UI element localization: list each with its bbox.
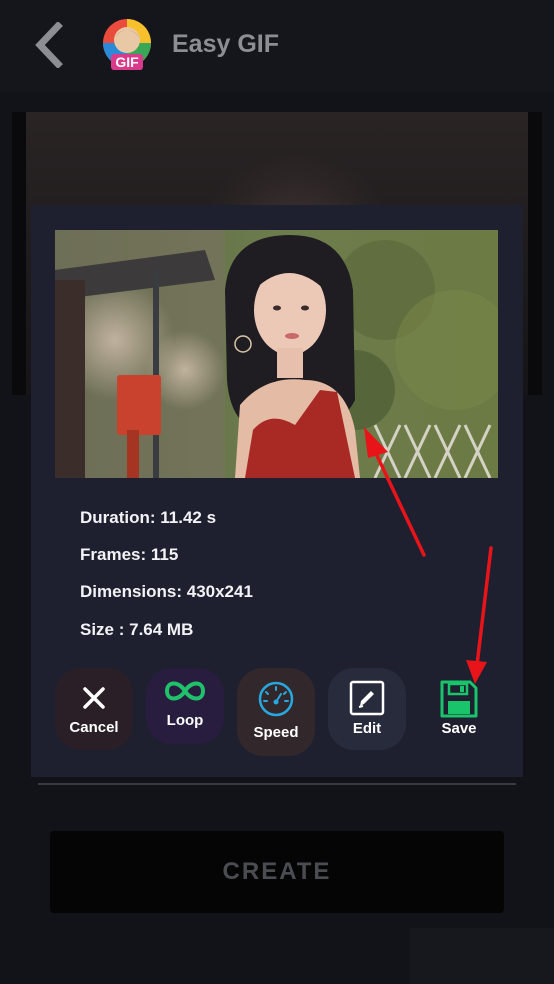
app-bar: GIF Easy GIF: [0, 0, 554, 92]
save-button[interactable]: Save: [420, 668, 498, 750]
cancel-button[interactable]: Cancel: [55, 668, 133, 750]
dimensions-text: Dimensions: 430x241: [80, 582, 253, 601]
corner-region: [410, 928, 554, 984]
save-label: Save: [441, 720, 477, 737]
speed-label: Speed: [253, 724, 299, 741]
gif-preview-image: [55, 230, 498, 478]
svg-text:GIF: GIF: [115, 54, 139, 70]
loop-button[interactable]: Loop: [146, 668, 224, 744]
edit-button[interactable]: Edit: [328, 668, 406, 750]
divider: [38, 783, 516, 785]
create-button[interactable]: CREATE: [50, 831, 504, 913]
size-text: Size : 7.64 MB: [80, 620, 194, 639]
chevron-left-icon: [35, 21, 63, 69]
speed-button[interactable]: Speed: [237, 668, 315, 756]
speedometer-icon: [258, 681, 294, 717]
app-title: Easy GIF: [172, 30, 279, 58]
create-button-label: CREATE: [222, 858, 332, 885]
infinity-icon: [164, 681, 206, 701]
app-logo: GIF: [102, 18, 152, 72]
floppy-disk-icon: [440, 680, 478, 718]
duration-text: Duration: 11.42 s: [80, 508, 217, 527]
close-icon: [83, 687, 105, 709]
cancel-label: Cancel: [69, 719, 119, 736]
gif-info-dialog: Duration: 11.42 s Frames: 115 Dimensions…: [31, 205, 523, 777]
back-button[interactable]: [30, 21, 70, 69]
edit-label: Edit: [352, 720, 382, 737]
pencil-icon: [349, 680, 385, 716]
frames-text: Frames: 115: [80, 545, 179, 564]
loop-label: Loop: [166, 712, 204, 729]
